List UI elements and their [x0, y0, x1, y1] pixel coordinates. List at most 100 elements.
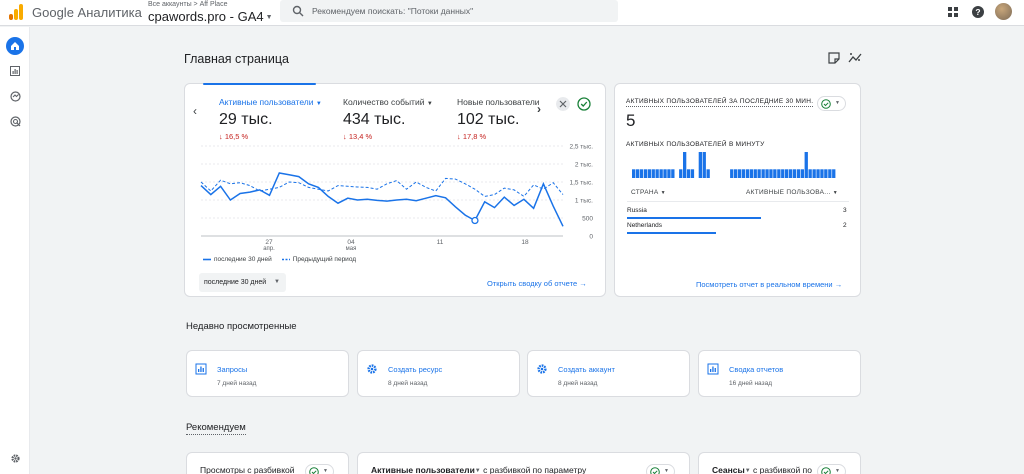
- per-minute-bar: [730, 169, 734, 178]
- account-breadcrumb[interactable]: Все аккаунты > Aff Place: [148, 1, 227, 8]
- legend-swatch-solid: [203, 258, 211, 261]
- home-icon: [11, 42, 19, 50]
- recent-card-reports-snapshot[interactable]: Сводка отчетов 16 дней назад: [698, 350, 861, 397]
- per-minute-bar: [832, 169, 836, 178]
- column-header-country[interactable]: СТРАНА ▼: [631, 189, 666, 196]
- per-minute-bar: [679, 169, 683, 178]
- user-avatar[interactable]: [995, 3, 1012, 20]
- chevron-down-icon: ▼: [274, 279, 280, 285]
- series-line-previous: [200, 177, 564, 198]
- recent-item-time: 16 дней назад: [729, 380, 772, 387]
- product-name[interactable]: Google Аналитика: [32, 5, 142, 20]
- legend-swatch-dashed: [281, 258, 290, 261]
- table-row-country[interactable]: Netherlands: [627, 222, 662, 229]
- metric-tab-new-users[interactable]: Новые пользователи 102 тыс. ↓ 17,8 %: [457, 97, 540, 141]
- metric-label: Активные пользователи ▼: [219, 97, 322, 107]
- chevron-down-icon: ▼: [835, 468, 840, 474]
- realtime-status-menu[interactable]: ▼: [817, 96, 846, 111]
- check-circle-icon: [309, 467, 319, 474]
- nav-reports[interactable]: [6, 62, 24, 80]
- search-bar[interactable]: Рекомендуем поискать: "Потоки данных": [280, 0, 618, 22]
- card-status-menu[interactable]: ▼: [305, 464, 334, 474]
- nav-admin[interactable]: [6, 449, 24, 467]
- legend-label: Предыдущий период: [292, 256, 357, 263]
- per-minute-bar: [761, 169, 765, 178]
- legend-label: последние 30 дней: [214, 256, 272, 263]
- y-tick-label: 2,5 тыс.: [569, 144, 593, 151]
- per-minute-bar: [753, 169, 757, 178]
- metric-label: Количество событий ▼: [343, 97, 433, 107]
- chart-legend: последние 30 дней Предыдущий период: [203, 256, 356, 263]
- per-minute-bar: [800, 169, 804, 178]
- realtime-title[interactable]: АКТИВНЫХ ПОЛЬЗОВАТЕЛЕЙ ЗА ПОСЛЕДНИЕ 30 М…: [626, 98, 814, 107]
- per-minute-bar: [663, 169, 667, 178]
- table-row-country[interactable]: Russia: [627, 207, 647, 214]
- recommended-card[interactable]: Просмотры с разбивкой ▼: [186, 452, 349, 474]
- per-minute-bar: [667, 169, 671, 178]
- reports-icon: [10, 66, 20, 76]
- search-placeholder: Рекомендуем поискать: "Потоки данных": [312, 6, 474, 16]
- recommended-card[interactable]: Активные пользователи▼ с разбивкой по па…: [357, 452, 690, 474]
- metric-value: 29 тыс.: [219, 111, 273, 128]
- per-minute-bar: [651, 169, 655, 178]
- metric-tab-active-users[interactable]: Активные пользователи ▼ 29 тыс. ↓ 16,5 %: [219, 97, 322, 141]
- recommended-card-title: Сеансы▼ с разбивкой по: [712, 465, 812, 474]
- insights-icon[interactable]: [848, 51, 862, 65]
- per-minute-bar: [734, 169, 738, 178]
- recent-card-create-property[interactable]: Создать ресурс 8 дней назад: [357, 350, 520, 397]
- recommended-card-metric: Сеансы: [712, 465, 745, 474]
- per-minute-bar: [773, 169, 777, 178]
- help-icon[interactable]: ?: [971, 5, 985, 19]
- per-minute-bar: [769, 169, 773, 178]
- metric-tab-events[interactable]: Количество событий ▼ 434 тыс. ↓ 13,4 %: [343, 97, 433, 141]
- metric-label-text: Количество событий: [343, 97, 425, 107]
- compare-icon[interactable]: [556, 97, 570, 111]
- x-tick-month-label: апр.: [263, 246, 275, 252]
- chevron-down-icon: ▼: [832, 190, 838, 196]
- recommended-card-metric: Активные пользователи: [371, 465, 475, 474]
- per-minute-bar: [812, 169, 816, 178]
- table-row-bar: [627, 232, 716, 234]
- nav-advertising[interactable]: [6, 112, 24, 130]
- recent-item-name: Создать аккаунт: [558, 365, 615, 374]
- card-status-menu[interactable]: ▼: [817, 464, 846, 474]
- check-circle-icon: [650, 467, 660, 474]
- per-minute-bar: [683, 152, 687, 178]
- account-selector[interactable]: cpawords.pro - GA4 ▼: [148, 9, 273, 24]
- analytics-logo-icon[interactable]: [9, 4, 23, 20]
- realtime-report-link-label: Посмотреть отчет в реальном времени: [696, 280, 833, 289]
- recent-card-queries[interactable]: Запросы 7 дней назад: [186, 350, 349, 397]
- per-minute-bar: [808, 169, 812, 178]
- gear-icon: [10, 453, 20, 463]
- gear-icon: [367, 364, 377, 374]
- card-status-menu[interactable]: ▼: [646, 464, 675, 474]
- recent-item-name: Запросы: [217, 365, 248, 374]
- y-tick-label: 500: [582, 216, 593, 223]
- chevron-down-icon: ▼: [265, 14, 273, 22]
- chevron-down-icon: ▼: [323, 468, 328, 474]
- search-icon: [292, 5, 304, 17]
- date-range-select[interactable]: последние 30 дней ▼: [199, 273, 286, 292]
- per-minute-bar: [690, 169, 695, 178]
- check-circle-icon[interactable]: [577, 97, 591, 111]
- recent-card-create-account[interactable]: Создать аккаунт 8 дней назад: [527, 350, 690, 397]
- gear-icon: [537, 364, 547, 374]
- per-minute-bar: [632, 169, 636, 178]
- date-range-value: последние 30 дней: [204, 279, 267, 286]
- report-summary-link[interactable]: Открыть сводку об отчете →: [487, 279, 587, 288]
- recommended-card-title: Просмотры с разбивкой: [200, 465, 295, 474]
- per-minute-bar: [698, 152, 702, 178]
- per-minute-bar: [659, 169, 663, 178]
- nav-home[interactable]: [6, 37, 24, 55]
- report-icon: [707, 363, 719, 375]
- per-minute-bar: [781, 169, 785, 178]
- column-header-users[interactable]: АКТИВНЫЕ ПОЛЬЗОВА... ▼: [746, 189, 838, 196]
- per-minute-bar: [702, 152, 706, 178]
- chevron-left-icon[interactable]: ‹: [193, 104, 197, 118]
- realtime-report-link[interactable]: Посмотреть отчет в реальном времени →: [696, 280, 842, 289]
- per-minute-label: АКТИВНЫХ ПОЛЬЗОВАТЕЛЕЙ В МИНУТУ: [626, 141, 765, 148]
- apps-grid-icon[interactable]: [946, 5, 960, 19]
- recommended-card[interactable]: Сеансы▼ с разбивкой по ▼: [698, 452, 861, 474]
- customize-card-icon[interactable]: [827, 51, 841, 65]
- nav-explore[interactable]: [6, 87, 24, 105]
